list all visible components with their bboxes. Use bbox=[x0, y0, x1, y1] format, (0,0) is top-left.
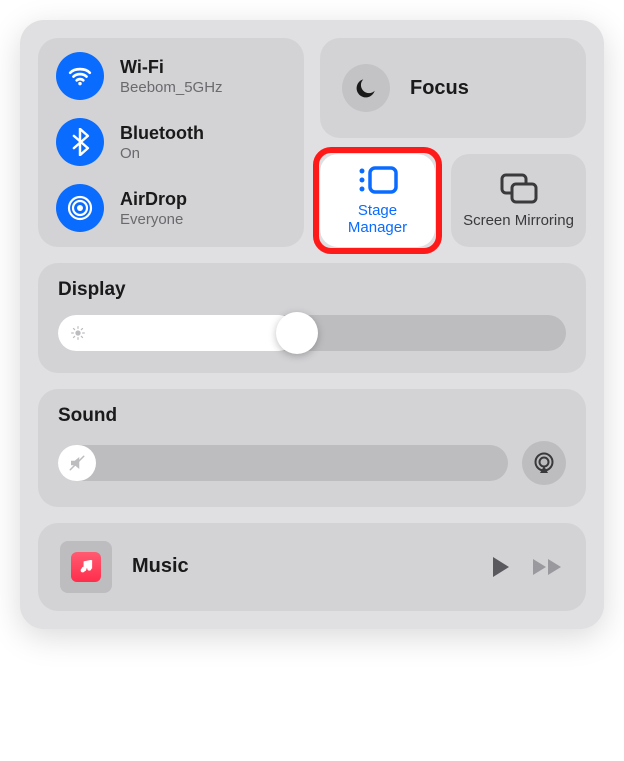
screen-mirroring-label: Screen Mirroring bbox=[463, 212, 574, 229]
focus-icon bbox=[342, 64, 390, 112]
airdrop-title: AirDrop bbox=[120, 189, 187, 210]
brightness-slider[interactable] bbox=[58, 315, 566, 351]
music-artwork bbox=[60, 541, 112, 593]
sound-title: Sound bbox=[58, 405, 566, 427]
airdrop-icon bbox=[56, 184, 104, 232]
small-tiles-row: Stage Manager Screen Mirroring bbox=[320, 154, 586, 247]
bluetooth-status: On bbox=[120, 145, 204, 162]
display-panel: Display bbox=[38, 263, 586, 373]
airplay-audio-button[interactable] bbox=[522, 441, 566, 485]
next-track-button[interactable] bbox=[532, 557, 564, 577]
brightness-thumb[interactable] bbox=[276, 312, 318, 354]
connectivity-panel: Wi-Fi Beebom_5GHz Bluetooth On bbox=[38, 38, 304, 247]
music-controls bbox=[490, 555, 564, 579]
screen-mirroring-button[interactable]: Screen Mirroring bbox=[451, 154, 586, 247]
music-app-name: Music bbox=[132, 555, 470, 578]
stage-manager-toggle[interactable]: Stage Manager bbox=[320, 154, 435, 247]
focus-toggle[interactable]: Focus bbox=[320, 38, 586, 138]
screen-mirroring-icon bbox=[499, 172, 539, 206]
wifi-status: Beebom_5GHz bbox=[120, 79, 223, 96]
wifi-toggle[interactable]: Wi-Fi Beebom_5GHz bbox=[56, 52, 286, 100]
volume-mute-icon bbox=[58, 445, 96, 481]
stage-manager-label: Stage Manager bbox=[330, 202, 425, 237]
bluetooth-title: Bluetooth bbox=[120, 123, 204, 144]
volume-slider[interactable] bbox=[58, 445, 508, 481]
focus-title: Focus bbox=[410, 77, 469, 100]
airdrop-status: Everyone bbox=[120, 211, 187, 228]
bluetooth-icon bbox=[56, 118, 104, 166]
airplay-icon bbox=[532, 451, 556, 475]
display-title: Display bbox=[58, 279, 566, 301]
right-column: Focus Stage Manager bbox=[320, 38, 586, 247]
wifi-icon bbox=[56, 52, 104, 100]
control-center-panel: Wi-Fi Beebom_5GHz Bluetooth On bbox=[20, 20, 604, 629]
brightness-icon bbox=[70, 325, 86, 341]
music-app-icon bbox=[71, 552, 101, 582]
stage-manager-icon bbox=[356, 164, 400, 196]
music-panel[interactable]: Music bbox=[38, 523, 586, 611]
top-row: Wi-Fi Beebom_5GHz Bluetooth On bbox=[38, 38, 586, 247]
play-button[interactable] bbox=[490, 555, 512, 579]
sound-panel: Sound bbox=[38, 389, 586, 507]
airdrop-toggle[interactable]: AirDrop Everyone bbox=[56, 184, 286, 232]
stage-manager-highlight: Stage Manager bbox=[320, 154, 435, 247]
bluetooth-toggle[interactable]: Bluetooth On bbox=[56, 118, 286, 166]
wifi-title: Wi-Fi bbox=[120, 57, 223, 78]
